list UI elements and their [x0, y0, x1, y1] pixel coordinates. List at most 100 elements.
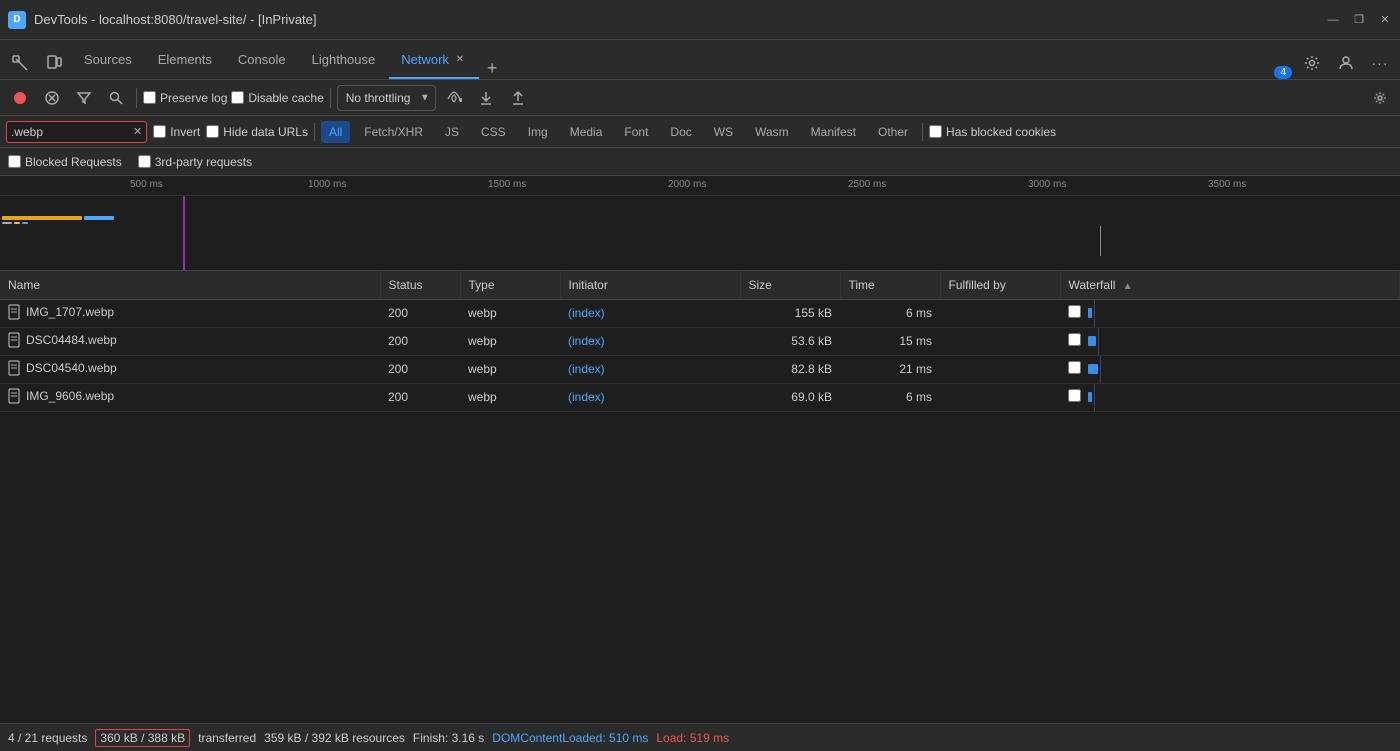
timeline-bar-blue: [84, 216, 114, 220]
timeline-bars-area: [2, 216, 182, 224]
cell-type: webp: [460, 355, 560, 383]
tab-console[interactable]: Console: [226, 41, 298, 79]
timeline-bar-orange: [2, 216, 82, 220]
th-initiator[interactable]: Initiator: [560, 271, 740, 299]
th-name[interactable]: Name: [0, 271, 380, 299]
cell-initiator[interactable]: (index): [560, 383, 740, 411]
th-waterfall[interactable]: Waterfall ▲: [1060, 271, 1400, 299]
import-button[interactable]: [472, 84, 500, 112]
waterfall-checkbox[interactable]: [1068, 389, 1081, 402]
th-fulfilledby[interactable]: Fulfilled by: [940, 271, 1060, 299]
has-blocked-cookies-checkbox[interactable]: Has blocked cookies: [929, 125, 1056, 139]
cell-time: 6 ms: [840, 383, 940, 411]
add-tab-button[interactable]: +: [481, 58, 504, 79]
cell-size: 53.6 kB: [740, 327, 840, 355]
table-row[interactable]: IMG_9606.webp200webp(index)69.0 kB6 ms: [0, 383, 1400, 411]
filter-button[interactable]: [70, 84, 98, 112]
search-button[interactable]: [102, 84, 130, 112]
window-controls: — ❐ ✕: [1326, 13, 1392, 27]
toolbar-divider-1: [136, 88, 137, 108]
invert-checkbox[interactable]: Invert: [153, 125, 200, 139]
online-icon-button[interactable]: [440, 84, 468, 112]
tab-network[interactable]: Network ✕: [389, 41, 479, 79]
filter-type-wasm[interactable]: Wasm: [747, 121, 797, 143]
titlebar: D DevTools - localhost:8080/travel-site/…: [0, 0, 1400, 40]
cell-size: 69.0 kB: [740, 383, 840, 411]
waterfall-vline: [1094, 300, 1095, 327]
close-button[interactable]: ✕: [1378, 13, 1392, 27]
cell-time: 6 ms: [840, 299, 940, 327]
table-row[interactable]: DSC04540.webp200webp(index)82.8 kB21 ms: [0, 355, 1400, 383]
filter-type-img[interactable]: Img: [520, 121, 556, 143]
cell-waterfall: [1060, 355, 1400, 383]
filter-input[interactable]: [11, 125, 131, 139]
th-size[interactable]: Size: [740, 271, 840, 299]
disable-cache-checkbox[interactable]: Disable cache: [231, 91, 323, 105]
waterfall-bar: [1088, 392, 1092, 402]
waterfall-checkbox[interactable]: [1068, 305, 1081, 318]
timeline-area: 500 ms 1000 ms 1500 ms 2000 ms 2500 ms 3…: [0, 176, 1400, 271]
cell-name: IMG_1707.webp: [0, 299, 380, 327]
third-party-checkbox[interactable]: 3rd-party requests: [138, 155, 252, 169]
hide-data-urls-checkbox[interactable]: Hide data URLs: [206, 125, 308, 139]
record-button[interactable]: [6, 84, 34, 112]
cell-fulfilledby: [940, 299, 1060, 327]
settings-icon-button[interactable]: [1296, 47, 1328, 79]
network-table: Name Status Type Initiator Size: [0, 271, 1400, 412]
filter-clear-button[interactable]: ✕: [133, 125, 142, 138]
filter-type-all[interactable]: All: [321, 121, 350, 143]
filter-type-ws[interactable]: WS: [706, 121, 741, 143]
blocked-requests-checkbox[interactable]: Blocked Requests: [8, 155, 122, 169]
th-status[interactable]: Status: [380, 271, 460, 299]
filter-type-fetch-xhr[interactable]: Fetch/XHR: [356, 121, 431, 143]
network-table-container: Name Status Type Initiator Size: [0, 271, 1400, 723]
status-request-count: 4 / 21 requests: [8, 731, 87, 745]
tab-sources[interactable]: Sources: [72, 41, 144, 79]
cell-initiator[interactable]: (index): [560, 355, 740, 383]
cell-time: 15 ms: [840, 327, 940, 355]
device-toolbar-icon-button[interactable]: [38, 47, 70, 79]
network-settings-button[interactable]: [1366, 84, 1394, 112]
extra-filter-row: Blocked Requests 3rd-party requests: [0, 148, 1400, 176]
toolbar-divider-2: [330, 88, 331, 108]
filter-type-js[interactable]: JS: [437, 121, 467, 143]
tab-network-close[interactable]: ✕: [453, 52, 467, 66]
export-button[interactable]: [504, 84, 532, 112]
cell-initiator[interactable]: (index): [560, 299, 740, 327]
filter-type-doc[interactable]: Doc: [662, 121, 699, 143]
table-row[interactable]: DSC04484.webp200webp(index)53.6 kB15 ms: [0, 327, 1400, 355]
table-row[interactable]: IMG_1707.webp200webp(index)155 kB6 ms: [0, 299, 1400, 327]
clear-button[interactable]: [38, 84, 66, 112]
cell-waterfall: [1060, 299, 1400, 327]
restore-button[interactable]: ❐: [1352, 13, 1366, 27]
filter-divider: [314, 123, 315, 141]
filter-type-css[interactable]: CSS: [473, 121, 514, 143]
cell-initiator[interactable]: (index): [560, 327, 740, 355]
inspect-icon-button[interactable]: [4, 47, 36, 79]
timeline-bar-yellow: [14, 222, 20, 224]
cell-name: DSC04484.webp: [0, 327, 380, 355]
more-options-button[interactable]: ···: [1364, 47, 1396, 79]
th-type[interactable]: Type: [460, 271, 560, 299]
timeline-minor-line: [1100, 226, 1101, 256]
th-time[interactable]: Time: [840, 271, 940, 299]
tab-elements[interactable]: Elements: [146, 41, 224, 79]
table-header: Name Status Type Initiator Size: [0, 271, 1400, 299]
preserve-log-checkbox[interactable]: Preserve log: [143, 91, 227, 105]
filter-type-manifest[interactable]: Manifest: [803, 121, 864, 143]
status-transferred: 360 kB / 388 kB: [95, 729, 190, 747]
status-load: Load: 519 ms: [656, 731, 729, 745]
filter-type-media[interactable]: Media: [562, 121, 611, 143]
timeline-bar-gray-1: [2, 222, 12, 224]
cell-fulfilledby: [940, 355, 1060, 383]
status-transferred-suffix: transferred: [198, 731, 256, 745]
filter-type-other[interactable]: Other: [870, 121, 916, 143]
throttle-select[interactable]: No throttling Fast 3G Slow 3G: [337, 85, 436, 111]
tab-lighthouse[interactable]: Lighthouse: [300, 41, 388, 79]
waterfall-checkbox[interactable]: [1068, 333, 1081, 346]
user-icon-button[interactable]: [1330, 47, 1362, 79]
waterfall-checkbox[interactable]: [1068, 361, 1081, 374]
filter-type-font[interactable]: Font: [616, 121, 656, 143]
minimize-button[interactable]: —: [1326, 13, 1340, 27]
window-title: DevTools - localhost:8080/travel-site/ -…: [34, 12, 1318, 27]
